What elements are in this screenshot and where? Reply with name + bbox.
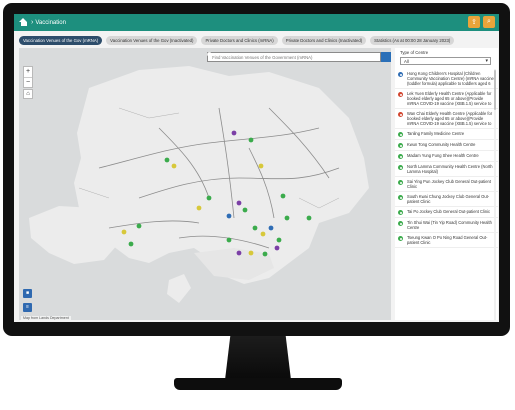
status-dot-icon	[398, 72, 403, 77]
list-item-label: South Kwai Chung Jockey Club General Out…	[407, 194, 490, 204]
list-item[interactable]: Madam Yung Fung Shee Health Centre	[395, 151, 498, 162]
list-item-label: North Lamma Community Health Centre (Nor…	[407, 164, 493, 174]
search-icon	[207, 52, 213, 58]
centre-type-select[interactable]: All	[400, 57, 491, 65]
venue-marker	[164, 157, 170, 163]
status-dot-icon	[398, 92, 403, 97]
status-dot-icon	[398, 165, 403, 170]
list-item-label: Kwun Tong Community Health Centre	[407, 142, 476, 147]
status-dot-icon	[398, 154, 403, 159]
venue-marker	[236, 200, 242, 206]
layers-icon[interactable]: ≡	[23, 303, 32, 312]
status-dot-icon	[398, 221, 403, 226]
list-item-label: Tseung Kwan O Po Ning Road General Out-p…	[407, 235, 488, 245]
venue-marker	[242, 207, 248, 213]
breadcrumb-title[interactable]: Vaccination	[35, 20, 66, 26]
venue-marker	[274, 245, 280, 251]
venue-marker	[206, 195, 212, 201]
list-item-label: Hong Kong Children's Hospital (Children …	[407, 71, 494, 86]
venue-marker	[248, 137, 254, 143]
search-button[interactable]	[207, 52, 391, 62]
venue-marker	[306, 215, 312, 221]
map-search	[207, 52, 391, 62]
venue-marker	[260, 231, 266, 237]
chevron-right-icon: ›	[31, 19, 34, 26]
venue-list[interactable]: Hong Kong Children's Hospital (Children …	[395, 69, 498, 320]
status-dot-icon	[398, 195, 403, 200]
list-item[interactable]: Lek Yuen Elderly Health Centre (Applicab…	[395, 89, 498, 109]
tab-2[interactable]: Vaccination Venues of the Gov (Inactivat…	[106, 36, 198, 45]
list-item-label: Sai Ying Pun Jockey Club General Out-pat…	[407, 179, 491, 189]
monitor-bezel: › Vaccination ⇪ ⌕ Vaccination Venues of …	[3, 3, 510, 336]
list-item[interactable]: Sai Ying Pun Jockey Club General Out-pat…	[395, 177, 498, 192]
tab-bar: Vaccination Venues of the Gov (mRNA) Vacc…	[19, 36, 455, 45]
venue-marker	[252, 225, 258, 231]
search-input[interactable]	[207, 52, 381, 62]
venue-marker	[248, 250, 254, 256]
venue-marker	[196, 205, 202, 211]
bookmark-icon[interactable]: ■	[23, 289, 32, 298]
venue-marker	[268, 225, 274, 231]
list-item[interactable]: Hong Kong Children's Hospital (Children …	[395, 69, 498, 89]
status-dot-icon	[398, 210, 403, 215]
venue-marker	[136, 223, 142, 229]
top-bar: › Vaccination ⇪ ⌕	[14, 14, 499, 31]
list-item-label: Tai Po Jockey Club General Out-patient C…	[407, 209, 491, 214]
home-icon[interactable]	[19, 18, 28, 27]
list-item-label: Tanling Family Medicine Centre	[407, 131, 465, 136]
status-dot-icon	[398, 143, 403, 148]
list-item[interactable]: Wan Chai Elderly Health Centre (Applicab…	[395, 109, 498, 129]
list-item-label: Tin Shui Wai (Tin Yip Road) Community He…	[407, 220, 492, 230]
zoom-control: + −	[23, 66, 33, 88]
tab-1[interactable]: Vaccination Venues of the Gov (mRNA)	[19, 36, 103, 45]
venue-marker	[258, 163, 264, 169]
scrollbar-thumb[interactable]	[494, 70, 496, 110]
venue-marker	[171, 163, 177, 169]
venue-marker	[262, 251, 268, 257]
tab-5[interactable]: Statistics (As at 00:00 28 January 2023)	[370, 36, 455, 45]
venue-marker	[121, 229, 127, 235]
tab-3[interactable]: Private Doctors and Clinics (mRNA)	[201, 36, 278, 45]
list-item-label: Wan Chai Elderly Health Centre (Applicab…	[407, 111, 493, 126]
venue-marker	[276, 237, 282, 243]
list-item[interactable]: Tseung Kwan O Po Ning Road General Out-p…	[395, 233, 498, 248]
list-item-label: Madam Yung Fung Shee Health Centre	[407, 153, 479, 158]
status-dot-icon	[398, 112, 403, 117]
status-dot-icon	[398, 180, 403, 185]
venue-panel: Type of Centre All Hong Kong Children's …	[395, 48, 498, 320]
filter-label: Type of Centre	[400, 50, 429, 55]
venue-marker	[226, 237, 232, 243]
map-canvas[interactable]	[19, 48, 391, 320]
screen: › Vaccination ⇪ ⌕ Vaccination Venues of …	[14, 14, 499, 322]
list-item[interactable]: Kwun Tong Community Health Centre	[395, 140, 498, 151]
list-item[interactable]: Tai Po Jockey Club General Out-patient C…	[395, 207, 498, 218]
map-attribution: Map from Lands Department	[21, 316, 71, 320]
share-icon[interactable]: ⇪	[468, 16, 480, 28]
map-home-button[interactable]: ⌂	[23, 89, 33, 99]
monitor-stand	[174, 378, 342, 390]
list-item[interactable]: Tanling Family Medicine Centre	[395, 129, 498, 140]
venue-marker	[226, 213, 232, 219]
status-dot-icon	[398, 132, 403, 137]
list-item[interactable]: Tin Shui Wai (Tin Yip Road) Community He…	[395, 218, 498, 233]
tab-4[interactable]: Private Doctors and Clinics (Inactivated…	[281, 36, 367, 45]
list-item[interactable]: South Kwai Chung Jockey Club General Out…	[395, 192, 498, 207]
list-item[interactable]: North Lamma Community Health Centre (Nor…	[395, 162, 498, 177]
zoom-out-button[interactable]: −	[24, 77, 32, 87]
venue-marker	[231, 130, 237, 136]
monitor-neck	[225, 336, 291, 380]
venue-marker	[128, 241, 134, 247]
search-icon[interactable]: ⌕	[483, 16, 495, 28]
map-view[interactable]: + − ⌂ ■ ≡ Map from Lands Department	[19, 48, 391, 320]
status-dot-icon	[398, 236, 403, 241]
zoom-in-button[interactable]: +	[24, 67, 32, 77]
venue-marker	[236, 250, 242, 256]
lamma-island	[167, 274, 191, 303]
venue-marker	[284, 215, 290, 221]
venue-marker	[280, 193, 286, 199]
list-item-label: Lek Yuen Elderly Health Centre (Applicab…	[407, 91, 492, 106]
